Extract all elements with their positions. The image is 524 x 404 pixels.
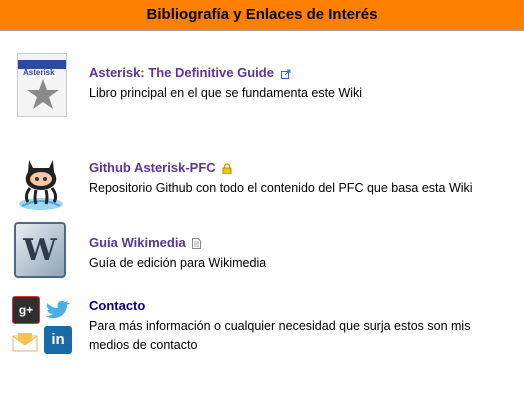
contact-description-line1: Para más información o cualquier necesid… <box>89 319 471 333</box>
asterisk-book-cover-image[interactable]: Asterisk <box>17 53 67 117</box>
section-title: Bibliografía y Enlaces de Interés <box>146 6 378 23</box>
github-octocat-icon[interactable] <box>10 150 72 212</box>
book-cover-title: Asterisk <box>23 68 55 77</box>
bibliography-entry-asterisk: Asterisk Asterisk: The Definitive Guide … <box>0 50 524 130</box>
google-plus-icon[interactable]: g+ <box>12 296 40 324</box>
svg-text:W: W <box>22 233 58 268</box>
contact-description-line2: medios de contacto <box>89 338 198 352</box>
bibliography-entry-wikimedia: W Guía Wikimedia Guía de edición para Wi… <box>0 220 524 300</box>
asterisk-guide-link[interactable]: Asterisk: The Definitive Guide <box>89 65 274 80</box>
twitter-bird-icon[interactable] <box>44 300 70 322</box>
lock-icon <box>222 163 232 175</box>
asterisk-guide-description: Libro principal en el que se fundamenta … <box>89 86 363 100</box>
contact-link[interactable]: Contacto <box>89 298 145 313</box>
wikimedia-guide-link[interactable]: Guía Wikimedia <box>89 235 186 250</box>
github-repo-description: Repositorio Github con todo el contenido… <box>89 181 473 195</box>
bibliography-entry-github: Github Asterisk-PFC Repositorio Github c… <box>0 145 524 225</box>
linkedin-icon[interactable]: in <box>44 326 72 354</box>
wiki-w-glyph: W <box>22 233 58 268</box>
wikimedia-guide-description: Guía de edición para Wikimedia <box>89 256 267 270</box>
asterisk-star-icon <box>27 79 59 109</box>
github-repo-link[interactable]: Github Asterisk-PFC <box>89 160 216 175</box>
section-header: Bibliografía y Enlaces de Interés <box>0 0 524 31</box>
wikipedia-w-icon[interactable]: W <box>14 222 66 278</box>
bibliography-entry-contact: g+ in Contacto Para más información o cu… <box>0 292 524 372</box>
external-link-icon <box>280 69 291 79</box>
email-envelope-icon[interactable] <box>12 332 38 352</box>
document-icon <box>192 238 202 250</box>
